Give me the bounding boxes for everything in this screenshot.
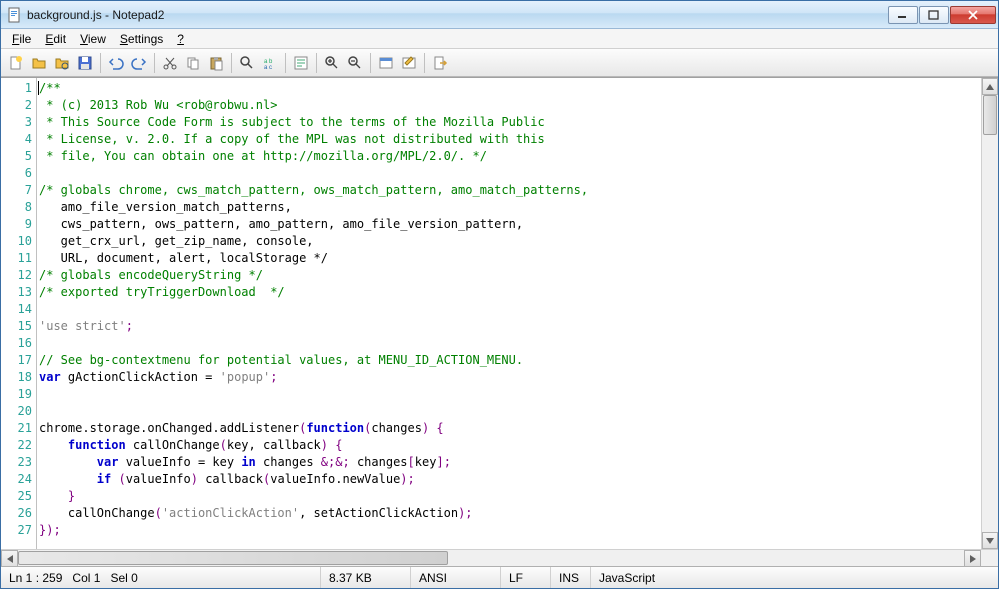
status-eol: LF: [501, 567, 551, 588]
vertical-scroll-thumb[interactable]: [983, 95, 997, 135]
status-insert-mode: INS: [551, 567, 591, 588]
scroll-right-button[interactable]: [964, 550, 981, 567]
menu-bar: File Edit View Settings ?: [1, 29, 998, 49]
horizontal-scrollbar[interactable]: [1, 549, 998, 566]
menu-settings[interactable]: Settings: [113, 30, 170, 48]
window-title: background.js - Notepad2: [27, 8, 887, 22]
menu-view[interactable]: View: [73, 30, 113, 48]
status-encoding: ANSI: [411, 567, 501, 588]
vertical-scrollbar[interactable]: [981, 78, 998, 549]
scroll-up-button[interactable]: [982, 78, 998, 95]
replace-button[interactable]: a ba c: [259, 52, 281, 74]
window: background.js - Notepad2 File Edit View …: [0, 0, 999, 589]
find-button[interactable]: [236, 52, 258, 74]
zoom-out-button[interactable]: [344, 52, 366, 74]
toolbar: a ba c: [1, 49, 998, 77]
status-filesize: 8.37 KB: [321, 567, 411, 588]
line-number-gutter: 1234567891011121314151617181920212223242…: [1, 78, 37, 549]
minimize-button[interactable]: [888, 6, 918, 24]
vertical-scroll-track[interactable]: [982, 95, 998, 532]
svg-text:a c: a c: [264, 65, 272, 71]
customize-button[interactable]: [398, 52, 420, 74]
save-button[interactable]: [74, 52, 96, 74]
horizontal-scroll-thumb[interactable]: [18, 551, 448, 565]
open-file-button[interactable]: [28, 52, 50, 74]
zoom-in-button[interactable]: [321, 52, 343, 74]
app-icon: [7, 7, 23, 23]
editor-area: 1234567891011121314151617181920212223242…: [1, 77, 998, 549]
status-bar: Ln 1 : 259 Col 1 Sel 0 8.37 KB ANSI LF I…: [1, 566, 998, 588]
new-file-button[interactable]: [5, 52, 27, 74]
cut-button[interactable]: [159, 52, 181, 74]
exit-button[interactable]: [429, 52, 451, 74]
status-position: Ln 1 : 259 Col 1 Sel 0: [1, 567, 321, 588]
scroll-down-button[interactable]: [982, 532, 998, 549]
code-editor[interactable]: /** * (c) 2013 Rob Wu <rob@robwu.nl> * T…: [37, 78, 981, 549]
copy-button[interactable]: [182, 52, 204, 74]
word-wrap-button[interactable]: [290, 52, 312, 74]
scroll-corner: [981, 550, 998, 567]
redo-button[interactable]: [128, 52, 150, 74]
menu-edit[interactable]: Edit: [38, 30, 73, 48]
undo-button[interactable]: [105, 52, 127, 74]
paste-button[interactable]: [205, 52, 227, 74]
maximize-button[interactable]: [919, 6, 949, 24]
close-button[interactable]: [950, 6, 996, 24]
menu-file[interactable]: File: [5, 30, 38, 48]
horizontal-scroll-track[interactable]: [18, 550, 964, 566]
status-language: JavaScript: [591, 567, 998, 588]
scroll-left-button[interactable]: [1, 550, 18, 567]
title-bar[interactable]: background.js - Notepad2: [1, 1, 998, 29]
menu-help[interactable]: ?: [170, 30, 191, 48]
browse-button[interactable]: [51, 52, 73, 74]
scheme-button[interactable]: [375, 52, 397, 74]
